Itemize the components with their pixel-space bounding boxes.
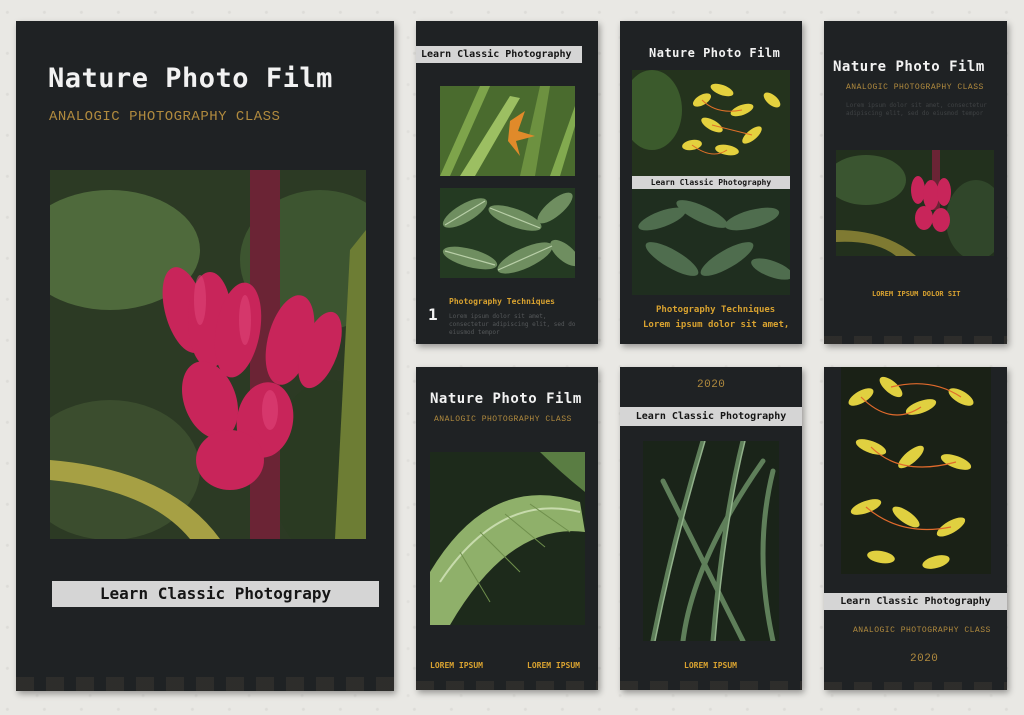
yellow-ginger-photo: [632, 70, 790, 176]
palm-leaves-photo: [632, 189, 790, 295]
film-strip: [416, 681, 598, 690]
learn-label: Learn Classic Photography: [824, 593, 1007, 610]
card-pink-flower: Nature Photo Film ANALOGIC PHOTOGRAPHY C…: [824, 21, 1007, 344]
striped-leaves-photo: [440, 188, 575, 278]
card-title: Nature Photo Film: [649, 46, 781, 60]
learn-label: Learn Classic Photograpy: [52, 581, 379, 607]
card-subtitle: ANALOGIC PHOTOGRAPHY CLASS: [49, 109, 281, 125]
heading: Photography Techniques: [449, 297, 555, 306]
film-strip: [620, 681, 802, 690]
card-subtitle: ANALOGIC PHOTOGRAPHY CLASS: [434, 415, 572, 424]
card-techniques-2: Nature Photo Film Learn Classic Photogra…: [620, 21, 802, 344]
footer-left: LOREM IPSUM: [430, 661, 483, 670]
card-techniques-1: Learn Classic Photography 1 Photography …: [416, 21, 598, 344]
film-strip: [824, 336, 1007, 344]
banana-leaf-photo: [430, 452, 585, 625]
grass-dew-photo: [643, 441, 779, 641]
lorem-text: Lorem ipsum dolor sit amet, consectetur …: [449, 313, 576, 336]
film-strip: [824, 682, 1007, 690]
page-number: 1: [428, 305, 439, 324]
pink-banana-photo: [836, 150, 994, 256]
year: 2020: [910, 653, 939, 665]
bird-of-paradise-photo: [440, 86, 575, 176]
card-subtitle: ANALOGIC PHOTOGRAPHY CLASS: [853, 626, 991, 635]
film-strip: [16, 677, 394, 691]
lorem-line: Lorem ipsum dolor sit amet,: [643, 320, 790, 330]
caption: LOREM IPSUM DOLOR SIT: [872, 290, 961, 298]
learn-label: Learn Classic Photography: [632, 176, 790, 189]
card-banana-leaf: Nature Photo Film ANALOGIC PHOTOGRAPHY C…: [416, 367, 598, 690]
learn-label: Learn Classic Photography: [416, 46, 582, 63]
card-grass-dew: 2020 Learn Classic Photography LOREM IPS…: [620, 367, 802, 690]
yellow-ginger-large-photo: [841, 367, 991, 574]
card-large-banana: Nature Photo Film ANALOGIC PHOTOGRAPHY C…: [16, 21, 394, 691]
card-yellow-ginger: Learn Classic Photography ANALOGIC PHOTO…: [824, 367, 1007, 690]
banana-flower-photo: [50, 170, 366, 539]
learn-label: Learn Classic Photography: [620, 407, 802, 426]
lorem-text: Lorem ipsum dolor sit amet, consectetur …: [846, 102, 987, 117]
footer-right: LOREM IPSUM: [527, 661, 580, 670]
card-title: Nature Photo Film: [833, 59, 985, 75]
card-title: Nature Photo Film: [48, 63, 333, 94]
heading: Photography Techniques: [656, 305, 776, 315]
card-title: Nature Photo Film: [430, 391, 582, 407]
card-subtitle: ANALOGIC PHOTOGRAPHY CLASS: [846, 83, 984, 92]
footer: LOREM IPSUM: [684, 661, 737, 670]
year: 2020: [697, 379, 726, 391]
